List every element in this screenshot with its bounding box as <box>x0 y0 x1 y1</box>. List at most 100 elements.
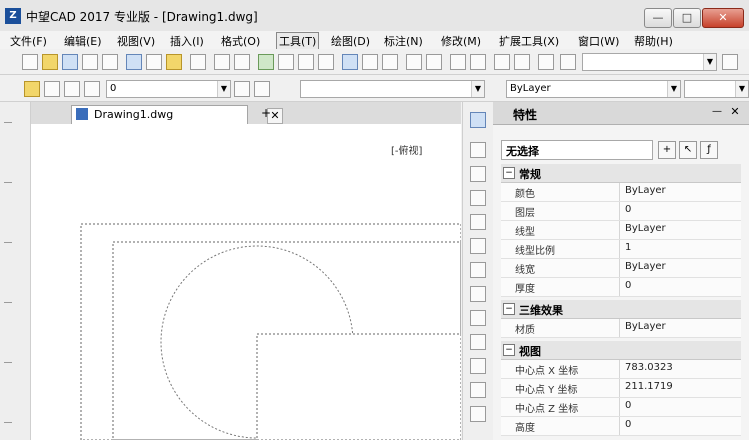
polyline-tool-icon[interactable] <box>470 166 486 182</box>
menu-file[interactable]: 文件(F) <box>10 33 47 49</box>
pan-icon[interactable] <box>258 54 274 70</box>
layer-lock-icon[interactable] <box>64 81 80 97</box>
prop-row-center-x[interactable]: 中心点 X 坐标 783.0323 <box>501 360 741 379</box>
text-style-combo[interactable]: ▼ <box>582 53 717 71</box>
drawing-canvas[interactable]: [-俯视] <box>31 124 461 440</box>
minimize-button[interactable]: — <box>644 8 672 28</box>
strip-divider <box>4 242 12 243</box>
tab-drawing1[interactable]: Drawing1.dwg ✕ <box>71 105 283 124</box>
block-icon[interactable] <box>470 54 486 70</box>
prop-value: ByLayer <box>625 261 666 272</box>
polygon-tool-icon[interactable] <box>470 190 486 206</box>
section-view[interactable]: − 视图 <box>501 341 741 360</box>
menu-tools[interactable]: 工具(T) <box>276 32 320 50</box>
line-tool-icon[interactable] <box>470 142 486 158</box>
circle-tool-icon[interactable] <box>470 262 486 278</box>
standard-toolbar: ▼ <box>0 49 749 75</box>
prop-row-layer[interactable]: 图层 0 <box>501 202 741 221</box>
redo-icon[interactable] <box>234 54 250 70</box>
properties-close-icon[interactable]: ✕ <box>729 106 741 118</box>
prop-separator <box>619 278 620 296</box>
menu-view[interactable]: 视图(V) <box>117 33 155 49</box>
toggle-pickadd-icon[interactable]: + <box>658 141 676 159</box>
new-tab-button[interactable]: + <box>259 106 273 120</box>
color-combo[interactable]: ▼ <box>300 80 485 98</box>
print-icon[interactable] <box>82 54 98 70</box>
menu-draw[interactable]: 绘图(D) <box>331 33 370 49</box>
undo-icon[interactable] <box>214 54 230 70</box>
help-icon[interactable] <box>560 54 576 70</box>
arc-tool-icon[interactable] <box>470 238 486 254</box>
open-folder-icon[interactable] <box>42 54 58 70</box>
match-properties-icon[interactable] <box>190 54 206 70</box>
prop-row-thickness[interactable]: 厚度 0 <box>501 278 741 297</box>
dimension-style-icon[interactable] <box>514 54 530 70</box>
prop-separator <box>619 319 620 337</box>
properties-icon[interactable] <box>342 54 358 70</box>
linetype-combo[interactable]: ByLayer ▼ <box>506 80 681 98</box>
table-tool-icon[interactable] <box>470 382 486 398</box>
region-tool-icon[interactable] <box>470 358 486 374</box>
layer-combo[interactable]: 0 ▼ <box>106 80 231 98</box>
strip-divider <box>4 422 12 423</box>
properties-panel-icon[interactable] <box>470 112 486 128</box>
prop-row-height[interactable]: 高度 0 <box>501 417 741 436</box>
menu-window[interactable]: 窗口(W) <box>578 33 619 49</box>
paste-icon[interactable] <box>166 54 182 70</box>
document-tab-bar: Drawing1.dwg ✕ + <box>31 102 461 125</box>
workspace-icon[interactable] <box>722 54 738 70</box>
prop-row-linetype[interactable]: 线型 ByLayer <box>501 221 741 240</box>
menu-extensions[interactable]: 扩展工具(X) <box>499 33 559 49</box>
text-style-icon[interactable] <box>494 54 510 70</box>
menu-modify[interactable]: 修改(M) <box>441 33 481 49</box>
tool-palette-icon[interactable] <box>382 54 398 70</box>
new-file-icon[interactable] <box>22 54 38 70</box>
menu-edit[interactable]: 编辑(E) <box>64 33 102 49</box>
prop-row-material[interactable]: 材质 ByLayer <box>501 319 741 338</box>
measure-icon[interactable] <box>426 54 442 70</box>
print-preview-icon[interactable] <box>102 54 118 70</box>
quick-select-icon[interactable]: ƒ <box>700 141 718 159</box>
menu-format[interactable]: 格式(O) <box>221 33 260 49</box>
layer-color-icon[interactable] <box>84 81 100 97</box>
selection-dropdown[interactable]: 无选择 <box>501 140 653 160</box>
prop-name: 厚度 <box>515 284 535 295</box>
prop-row-linetype-scale[interactable]: 线型比例 1 <box>501 240 741 259</box>
menu-dimension[interactable]: 标注(N) <box>384 33 423 49</box>
settings-icon[interactable] <box>538 54 554 70</box>
lineweight-combo[interactable]: ▼ <box>684 80 749 98</box>
prop-separator <box>619 379 620 397</box>
text-tool-icon[interactable] <box>470 406 486 422</box>
prop-row-center-z[interactable]: 中心点 Z 坐标 0 <box>501 398 741 417</box>
spline-tool-icon[interactable] <box>470 286 486 302</box>
prop-name: 材质 <box>515 325 535 336</box>
layer-manager-icon[interactable] <box>450 54 466 70</box>
menu-help[interactable]: 帮助(H) <box>634 33 673 49</box>
zoom-window-icon[interactable] <box>298 54 314 70</box>
properties-minimize-icon[interactable]: — <box>711 106 723 118</box>
layer-freeze-icon[interactable] <box>44 81 60 97</box>
ellipse-tool-icon[interactable] <box>470 310 486 326</box>
maximize-button[interactable]: □ <box>673 8 701 28</box>
menu-insert[interactable]: 插入(I) <box>170 33 204 49</box>
prop-name: 颜色 <box>515 189 535 200</box>
select-objects-icon[interactable]: ↖ <box>679 141 697 159</box>
zoom-previous-icon[interactable] <box>318 54 334 70</box>
zoom-realtime-icon[interactable] <box>278 54 294 70</box>
cut-icon[interactable] <box>126 54 142 70</box>
copy-icon[interactable] <box>146 54 162 70</box>
make-current-layer-icon[interactable] <box>234 81 250 97</box>
layer-previous-icon[interactable] <box>254 81 270 97</box>
section-general[interactable]: − 常规 <box>501 164 741 183</box>
prop-row-lineweight[interactable]: 线宽 ByLayer <box>501 259 741 278</box>
calculator-icon[interactable] <box>406 54 422 70</box>
prop-row-center-y[interactable]: 中心点 Y 坐标 211.1719 <box>501 379 741 398</box>
section-3d[interactable]: − 三维效果 <box>501 300 741 319</box>
hatch-tool-icon[interactable] <box>470 334 486 350</box>
layer-on-icon[interactable] <box>24 81 40 97</box>
save-icon[interactable] <box>62 54 78 70</box>
rectangle-tool-icon[interactable] <box>470 214 486 230</box>
prop-row-color[interactable]: 颜色 ByLayer <box>501 183 741 202</box>
close-button[interactable]: ✕ <box>702 8 744 28</box>
design-center-icon[interactable] <box>362 54 378 70</box>
